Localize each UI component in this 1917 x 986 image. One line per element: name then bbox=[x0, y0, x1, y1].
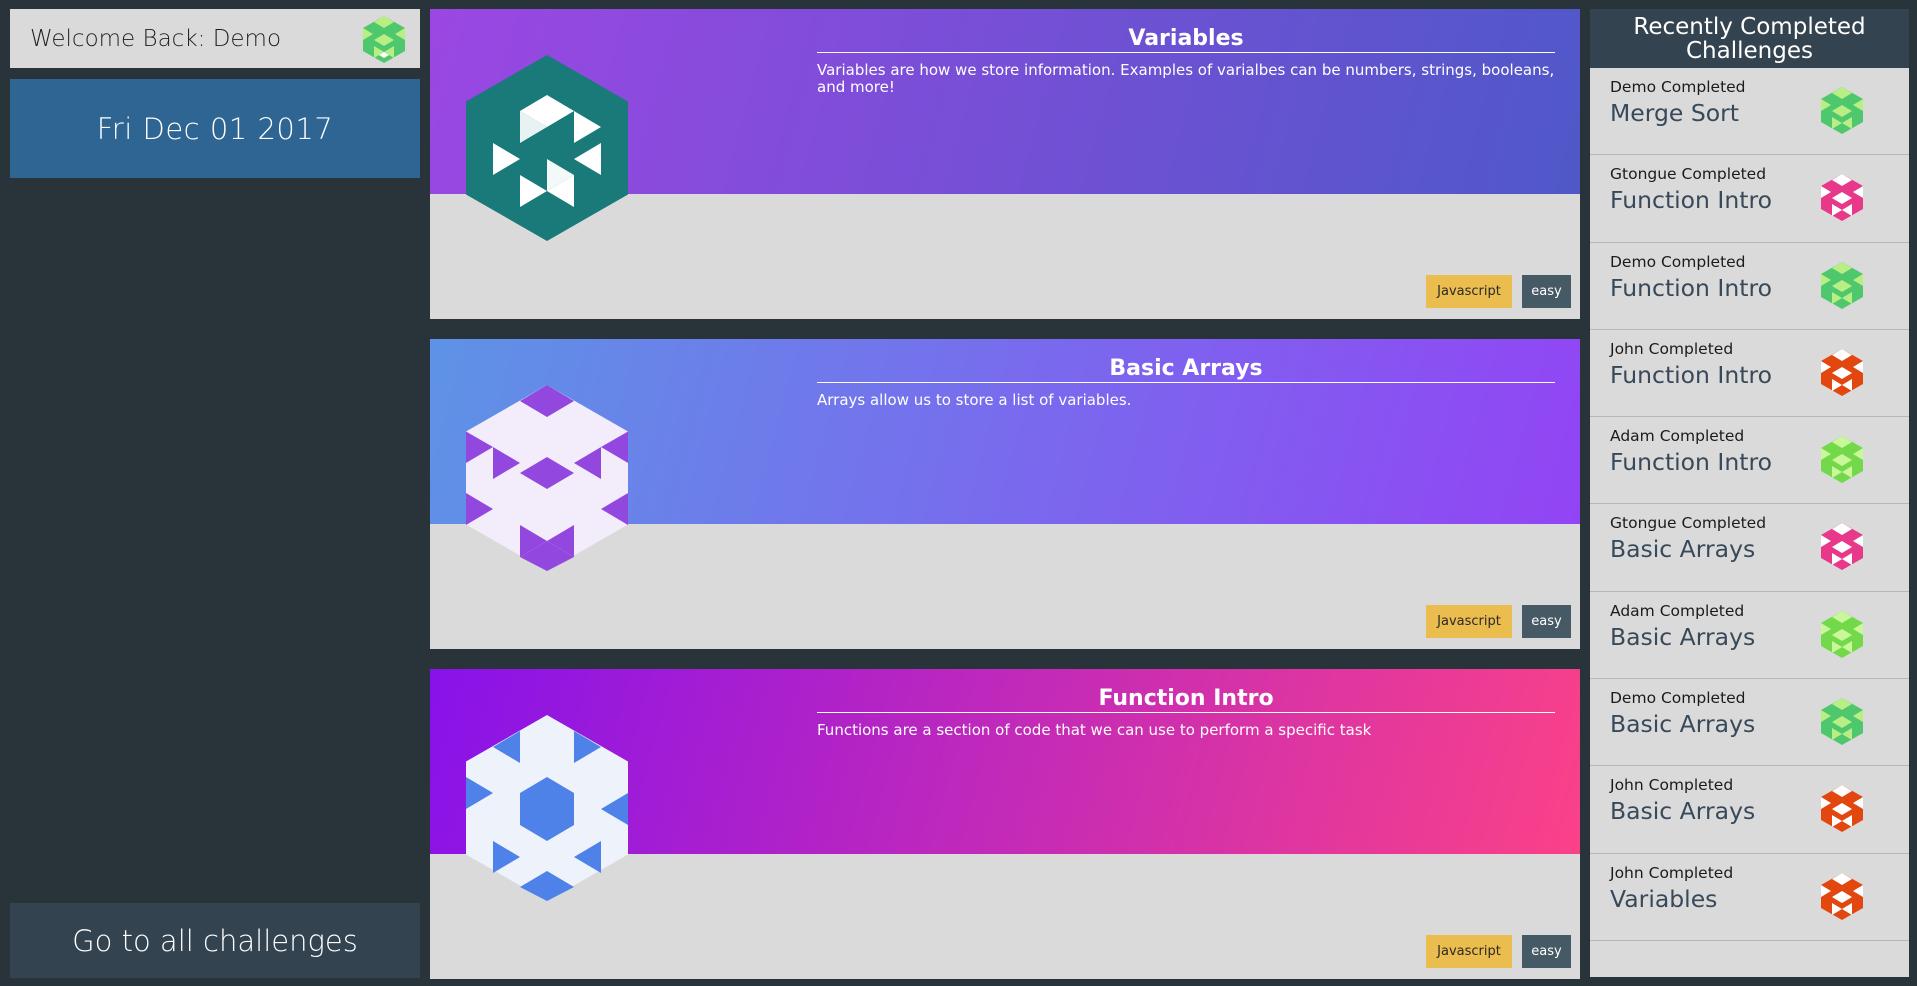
recent-header: Recently Completed Challenges bbox=[1590, 9, 1909, 68]
card-title: Variables bbox=[817, 26, 1555, 53]
language-tag[interactable]: Javascript bbox=[1426, 275, 1512, 308]
recent-challenge: Function Intro bbox=[1610, 186, 1772, 215]
identicon-green-icon bbox=[1821, 87, 1863, 134]
recent-item[interactable]: Demo Completed Merge Sort bbox=[1590, 68, 1909, 156]
recent-user: Gtongue Completed bbox=[1610, 165, 1767, 184]
recent-challenge: Function Intro bbox=[1610, 273, 1772, 302]
recent-item[interactable]: Demo Completed Basic Arrays bbox=[1590, 679, 1909, 767]
date-panel: Fri Dec 01 2017 bbox=[10, 79, 420, 178]
language-tag[interactable]: Javascript bbox=[1426, 935, 1512, 968]
card-title: Basic Arrays bbox=[817, 356, 1555, 383]
recent-challenge: Basic Arrays bbox=[1610, 535, 1756, 564]
current-date: Fri Dec 01 2017 bbox=[96, 111, 334, 146]
recent-challenge: Function Intro bbox=[1610, 448, 1772, 477]
difficulty-tag[interactable]: easy bbox=[1522, 935, 1571, 968]
recent-list: Demo Completed Merge Sort Gtongue Complete… bbox=[1590, 68, 1909, 941]
recent-user: Adam Completed bbox=[1610, 601, 1745, 620]
recent-item[interactable]: Gtongue Completed Basic Arrays bbox=[1590, 504, 1909, 592]
language-tag[interactable]: Javascript bbox=[1426, 605, 1512, 638]
challenge-card-variables[interactable]: Variables Variables are how we store inf… bbox=[430, 9, 1580, 319]
recent-item[interactable]: Adam Completed Function Intro bbox=[1590, 417, 1909, 505]
recent-user: John Completed bbox=[1610, 339, 1734, 358]
identicon-lime-icon bbox=[1821, 610, 1863, 658]
welcome-panel: Welcome Back: Demo bbox=[10, 9, 420, 68]
difficulty-tag[interactable]: easy bbox=[1522, 605, 1571, 638]
user-avatar-icon[interactable] bbox=[362, 15, 406, 63]
card-description: Variables are how we store information. … bbox=[817, 61, 1555, 96]
all-challenges-label: Go to all challenges bbox=[72, 923, 358, 958]
recent-item[interactable]: Gtongue Completed Function Intro bbox=[1590, 155, 1909, 243]
recent-user: John Completed bbox=[1610, 863, 1734, 882]
recent-user: Gtongue Completed bbox=[1610, 514, 1767, 533]
challenge-card-basic-arrays[interactable]: Basic Arrays Arrays allow us to store a … bbox=[430, 339, 1580, 649]
all-challenges-button[interactable]: Go to all challenges bbox=[10, 903, 420, 978]
recent-completions-panel: Recently Completed Challenges Demo Compl… bbox=[1590, 9, 1909, 977]
identicon-orange-icon bbox=[1821, 348, 1863, 396]
difficulty-tag[interactable]: easy bbox=[1522, 275, 1571, 308]
recent-item[interactable]: Adam Completed Basic Arrays bbox=[1590, 592, 1909, 680]
identicon-green-icon bbox=[1821, 261, 1863, 309]
identicon-blue-icon bbox=[466, 715, 628, 901]
identicon-orange-icon bbox=[1821, 872, 1863, 920]
recent-item[interactable]: John Completed Variables bbox=[1590, 854, 1909, 941]
recent-challenge: Basic Arrays bbox=[1610, 797, 1756, 826]
recent-user: Demo Completed bbox=[1610, 689, 1746, 708]
card-info: Variables Variables are how we store inf… bbox=[817, 26, 1555, 95]
card-description: Arrays allow us to store a list of varia… bbox=[817, 391, 1132, 409]
recent-user: Demo Completed bbox=[1610, 252, 1746, 271]
identicon-pink-icon bbox=[1821, 523, 1863, 571]
identicon-lime-icon bbox=[1821, 436, 1863, 484]
recent-user: John Completed bbox=[1610, 776, 1734, 795]
challenge-card-function-intro[interactable]: Function Intro Functions are a section o… bbox=[430, 669, 1580, 979]
identicon-green-icon bbox=[1821, 698, 1863, 746]
recent-challenge: Basic Arrays bbox=[1610, 622, 1756, 651]
recent-user: Adam Completed bbox=[1610, 427, 1745, 446]
welcome-text: Welcome Back: Demo bbox=[30, 25, 282, 52]
recent-challenge: Variables bbox=[1610, 884, 1718, 913]
recent-item[interactable]: John Completed Function Intro bbox=[1590, 330, 1909, 418]
recent-item[interactable]: Demo Completed Function Intro bbox=[1590, 243, 1909, 330]
recent-challenge: Merge Sort bbox=[1610, 99, 1739, 127]
identicon-purple-icon bbox=[466, 385, 628, 571]
card-title: Function Intro bbox=[817, 686, 1555, 713]
identicon-orange-icon bbox=[1821, 785, 1863, 833]
recent-challenge: Basic Arrays bbox=[1610, 710, 1756, 739]
identicon-teal-icon bbox=[466, 55, 628, 241]
card-description: Functions are a section of code that we … bbox=[817, 721, 1372, 739]
identicon-pink-icon bbox=[1821, 174, 1863, 222]
card-info: Function Intro Functions are a section o… bbox=[817, 686, 1555, 739]
recent-item[interactable]: John Completed Basic Arrays bbox=[1590, 766, 1909, 854]
recent-user: Demo Completed bbox=[1610, 78, 1746, 96]
recent-challenge: Function Intro bbox=[1610, 360, 1772, 389]
card-info: Basic Arrays Arrays allow us to store a … bbox=[817, 356, 1555, 409]
